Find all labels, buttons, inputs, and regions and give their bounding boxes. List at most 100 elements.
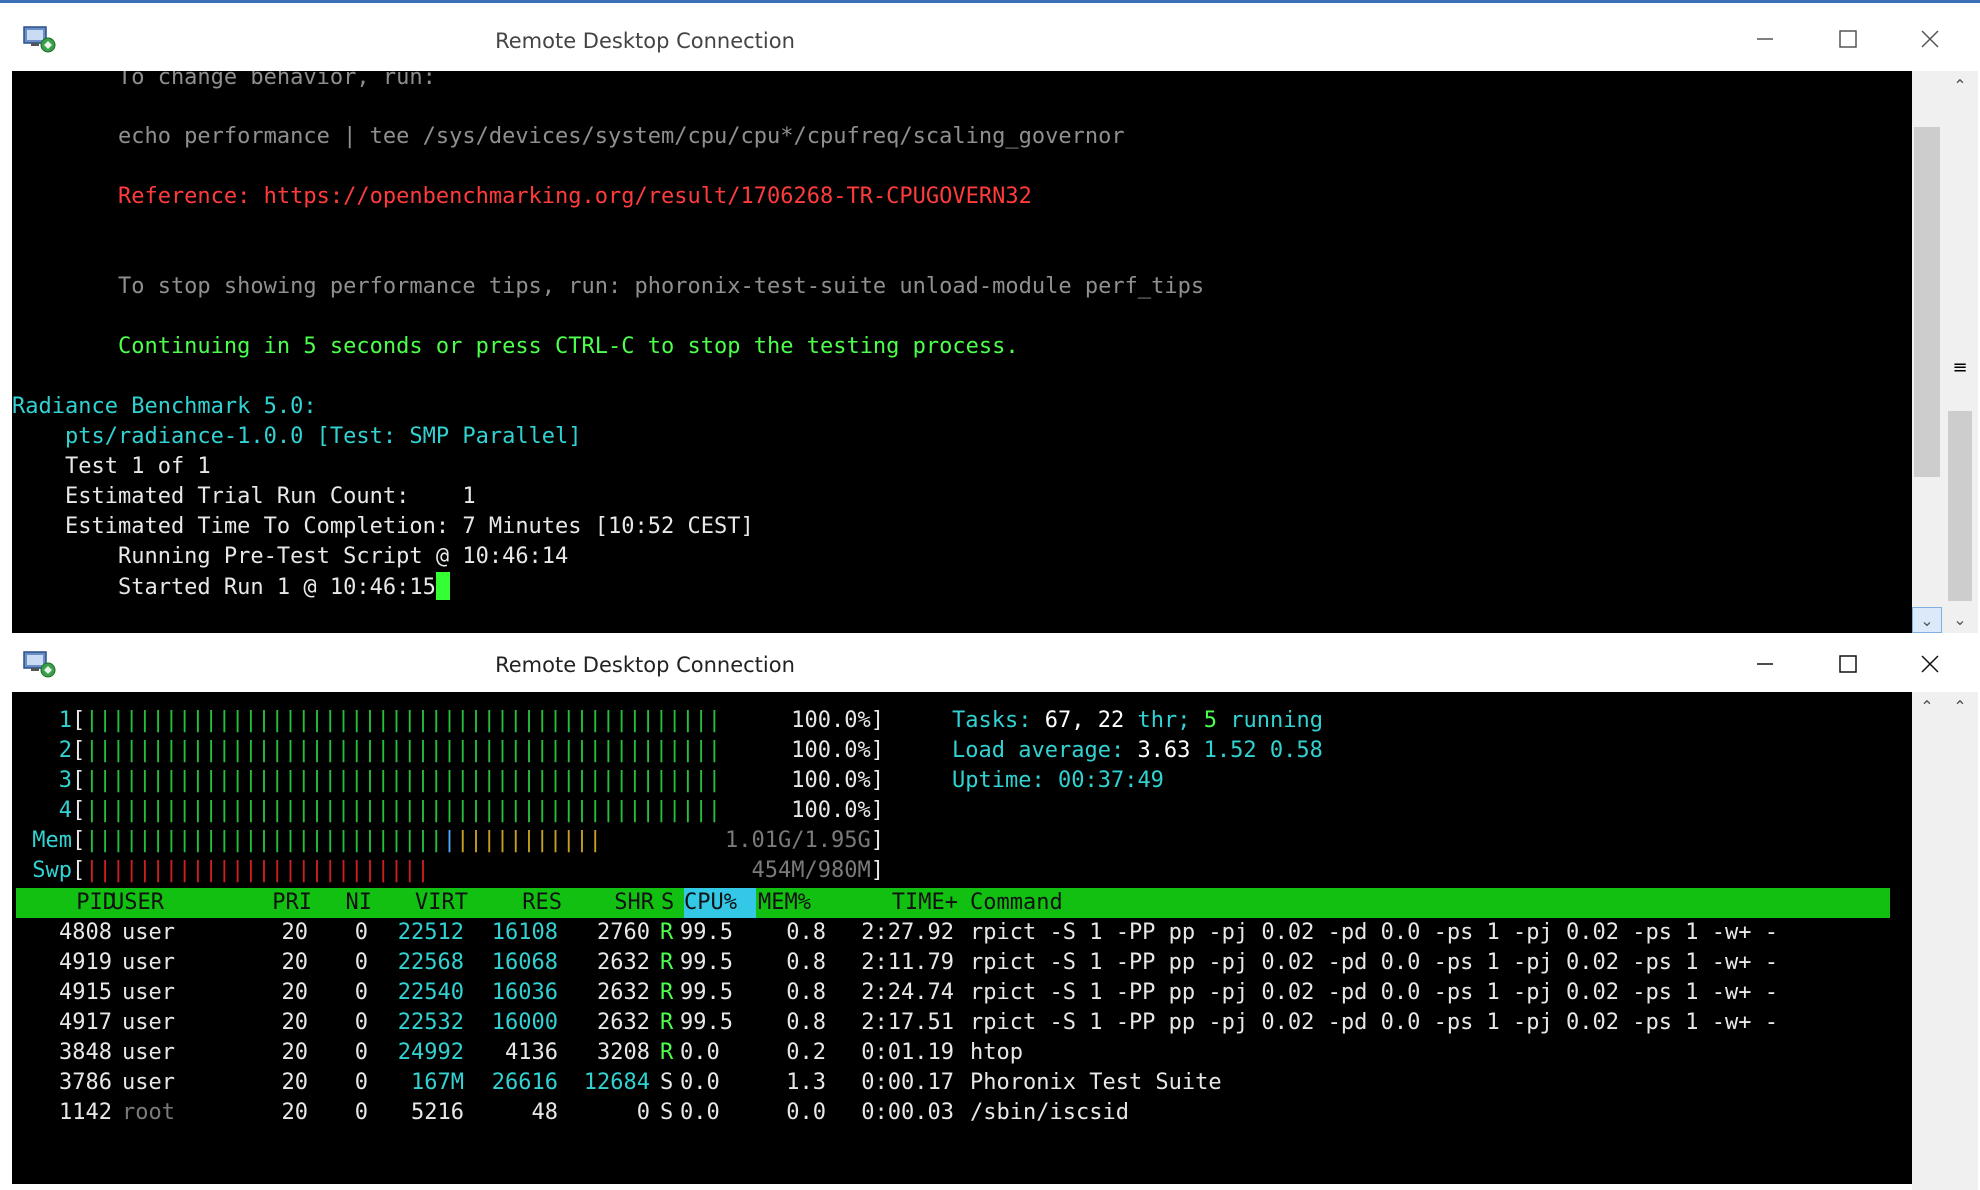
title-bar[interactable]: Remote Desktop Connection (0, 636, 1980, 692)
scroll-up-icon[interactable]: ⌃ (1945, 694, 1975, 720)
maximize-button[interactable] (1818, 644, 1878, 684)
meter-bracket: [ (72, 798, 86, 823)
cell-ni: 0 (354, 980, 368, 1005)
cell-mem: 1.3 (786, 1070, 826, 1095)
cell-cmd: rpict -S 1 -PP pp -pj 0.02 -pd 0.0 -ps 1… (970, 980, 1778, 1005)
cell-pri: 20 (281, 950, 309, 975)
col-command[interactable]: Command (970, 888, 1170, 918)
meter-label: 3 (58, 768, 72, 793)
terminal-output[interactable]: To change behavior, run: echo performanc… (12, 71, 1912, 633)
close-button[interactable] (1900, 19, 1960, 59)
scroll-down-icon[interactable]: ⌄ (1945, 607, 1975, 633)
minimize-button[interactable] (1735, 19, 1795, 59)
cpu-meter: 1[||||||||||||||||||||||||||||||||||||||… (12, 706, 884, 736)
meter-bracket: [ (72, 708, 86, 733)
cell-cmd: rpict -S 1 -PP pp -pj 0.02 -pd 0.0 -ps 1… (970, 920, 1778, 945)
outer-scrollbar[interactable]: ⌃ (1942, 692, 1978, 1190)
scroll-up-icon[interactable]: ⌃ (1945, 73, 1975, 99)
load-1: 3.63 (1137, 738, 1191, 763)
terminal-line: Running Pre-Test Script @ 10:46:14 (12, 544, 569, 569)
htop-terminal[interactable]: 1[||||||||||||||||||||||||||||||||||||||… (12, 692, 1912, 1184)
cell-shr: 2632 (597, 1010, 650, 1035)
minimize-icon (1757, 663, 1773, 665)
col-time[interactable]: TIME+ (828, 888, 958, 918)
load-15: 0.58 (1269, 738, 1323, 763)
cell-cmd: /sbin/iscsid (970, 1100, 1129, 1125)
terminal-line-continuing: Continuing in 5 seconds or press CTRL-C … (12, 334, 1019, 359)
cell-pri: 20 (281, 920, 309, 945)
cell-res: 26616 (491, 1070, 558, 1095)
col-cpu-sorted[interactable]: CPU% (684, 888, 756, 918)
cell-cpu: 0.0 (680, 1040, 720, 1065)
terminal-scrollbar[interactable]: ⌄ (1912, 71, 1942, 633)
cell-virt: 5216 (411, 1100, 464, 1125)
cell-time: 0:00.03 (861, 1100, 954, 1125)
cell-ni: 0 (354, 950, 368, 975)
scrollbar-thumb[interactable] (1948, 411, 1972, 601)
scrollbar-grip-icon: ≡ (1952, 357, 1968, 378)
table-row[interactable]: 3848 user 20 0 24992 4136 3208 R 0.0 0.2 0:01.19 ht… (12, 1038, 1892, 1068)
meter-label: Swp (32, 858, 72, 883)
cell-pid: 4919 (59, 950, 112, 975)
tasks-label: Tasks: (952, 708, 1032, 733)
table-row[interactable]: 4919 user 20 0 22568 16068 2632 R 99.5 0.8 2:11.79… (12, 948, 1892, 978)
cell-pid: 4915 (59, 980, 112, 1005)
cell-ni: 0 (354, 1010, 368, 1035)
meter-value: 100.0%] (791, 798, 884, 823)
cell-cpu: 0.0 (680, 1070, 720, 1095)
col-res[interactable]: RES (468, 888, 562, 918)
cell-time: 0:01.19 (861, 1040, 954, 1065)
col-user[interactable]: USER (111, 888, 231, 918)
scrollbar-thumb[interactable] (1914, 127, 1940, 477)
table-row[interactable]: 4915 user 20 0 22540 16036 2632 R 99.5 0.8 2:24.74… (12, 978, 1892, 1008)
table-row[interactable]: 3786 user 20 0 167M 26616 12684 S 0.0 1.3 0:00.17 P… (12, 1068, 1892, 1098)
cell-shr: 2760 (597, 920, 650, 945)
cell-pri: 20 (281, 1070, 309, 1095)
col-shr[interactable]: SHR (562, 888, 654, 918)
table-row[interactable]: 4917 user 20 0 22532 16000 2632 R 99.5 0.8 2:17.51… (12, 1008, 1892, 1038)
col-pid[interactable]: PID (16, 888, 116, 918)
threads-label: thr; (1137, 708, 1191, 733)
col-state[interactable]: S (661, 888, 681, 918)
col-virt[interactable]: VIRT (372, 888, 468, 918)
cell-ni: 0 (354, 1040, 368, 1065)
cell-s: R (660, 950, 674, 975)
outer-scrollbar[interactable]: ⌃ ≡ ⌄ (1942, 71, 1978, 633)
meter-bracket: [ (72, 858, 86, 883)
scroll-up-icon[interactable]: ⌃ (1912, 694, 1942, 720)
cell-virt: 167M (411, 1070, 464, 1095)
process-table-header[interactable]: PID USER PRI NI VIRT RES SHR S CPU% MEM%… (16, 888, 1890, 918)
tasks-summary: Tasks: 67, 22 thr; 5 running (952, 706, 1323, 736)
meter-value: 454M/980M] (751, 858, 884, 883)
meter-value: 1.01G/1.95G] (725, 828, 884, 853)
col-pri[interactable]: PRI (216, 888, 312, 918)
cell-time: 2:27.92 (861, 920, 954, 945)
started-run-text: Started Run 1 @ 10:46:15 (12, 575, 436, 600)
terminal-line: Test 1 of 1 (12, 454, 211, 479)
cell-virt: 22540 (397, 980, 464, 1005)
cell-time: 2:24.74 (861, 980, 954, 1005)
scroll-down-icon[interactable]: ⌄ (1912, 607, 1942, 633)
terminal-line-test: pts/radiance-1.0.0 [Test: SMP Parallel] (12, 424, 582, 449)
maximize-button[interactable] (1818, 19, 1878, 59)
uptime: Uptime: 00:37:49 (952, 766, 1164, 796)
cell-res: 16108 (491, 920, 558, 945)
cpu-meter: 3[||||||||||||||||||||||||||||||||||||||… (12, 766, 884, 796)
col-ni[interactable]: NI (316, 888, 373, 918)
load-average: Load average: 3.63 1.52 0.58 (952, 736, 1323, 766)
table-row[interactable]: 1142 root 20 0 5216 48 0 S 0.0 0.0 0:00.03/sbin/is… (12, 1098, 1892, 1128)
terminal-line-benchmark: Radiance Benchmark 5.0: (12, 394, 317, 419)
col-mem[interactable]: MEM% (758, 888, 828, 918)
minimize-button[interactable] (1735, 644, 1795, 684)
title-bar[interactable]: Remote Desktop Connection (0, 3, 1980, 71)
threads-value: 22 (1097, 708, 1125, 733)
cell-pid: 3786 (59, 1070, 112, 1095)
meter-label: Mem (32, 828, 72, 853)
cell-res: 16068 (491, 950, 558, 975)
running-value: 5 (1203, 708, 1217, 733)
table-row[interactable]: 4808 user 20 0 22512 16108 2760 R 99.5 0.8 2:27.92… (12, 918, 1892, 948)
close-button[interactable] (1900, 644, 1960, 684)
meter-value: 100.0%] (791, 738, 884, 763)
cell-pid: 1142 (59, 1100, 112, 1125)
terminal-scrollbar[interactable]: ⌃ (1912, 692, 1942, 1190)
